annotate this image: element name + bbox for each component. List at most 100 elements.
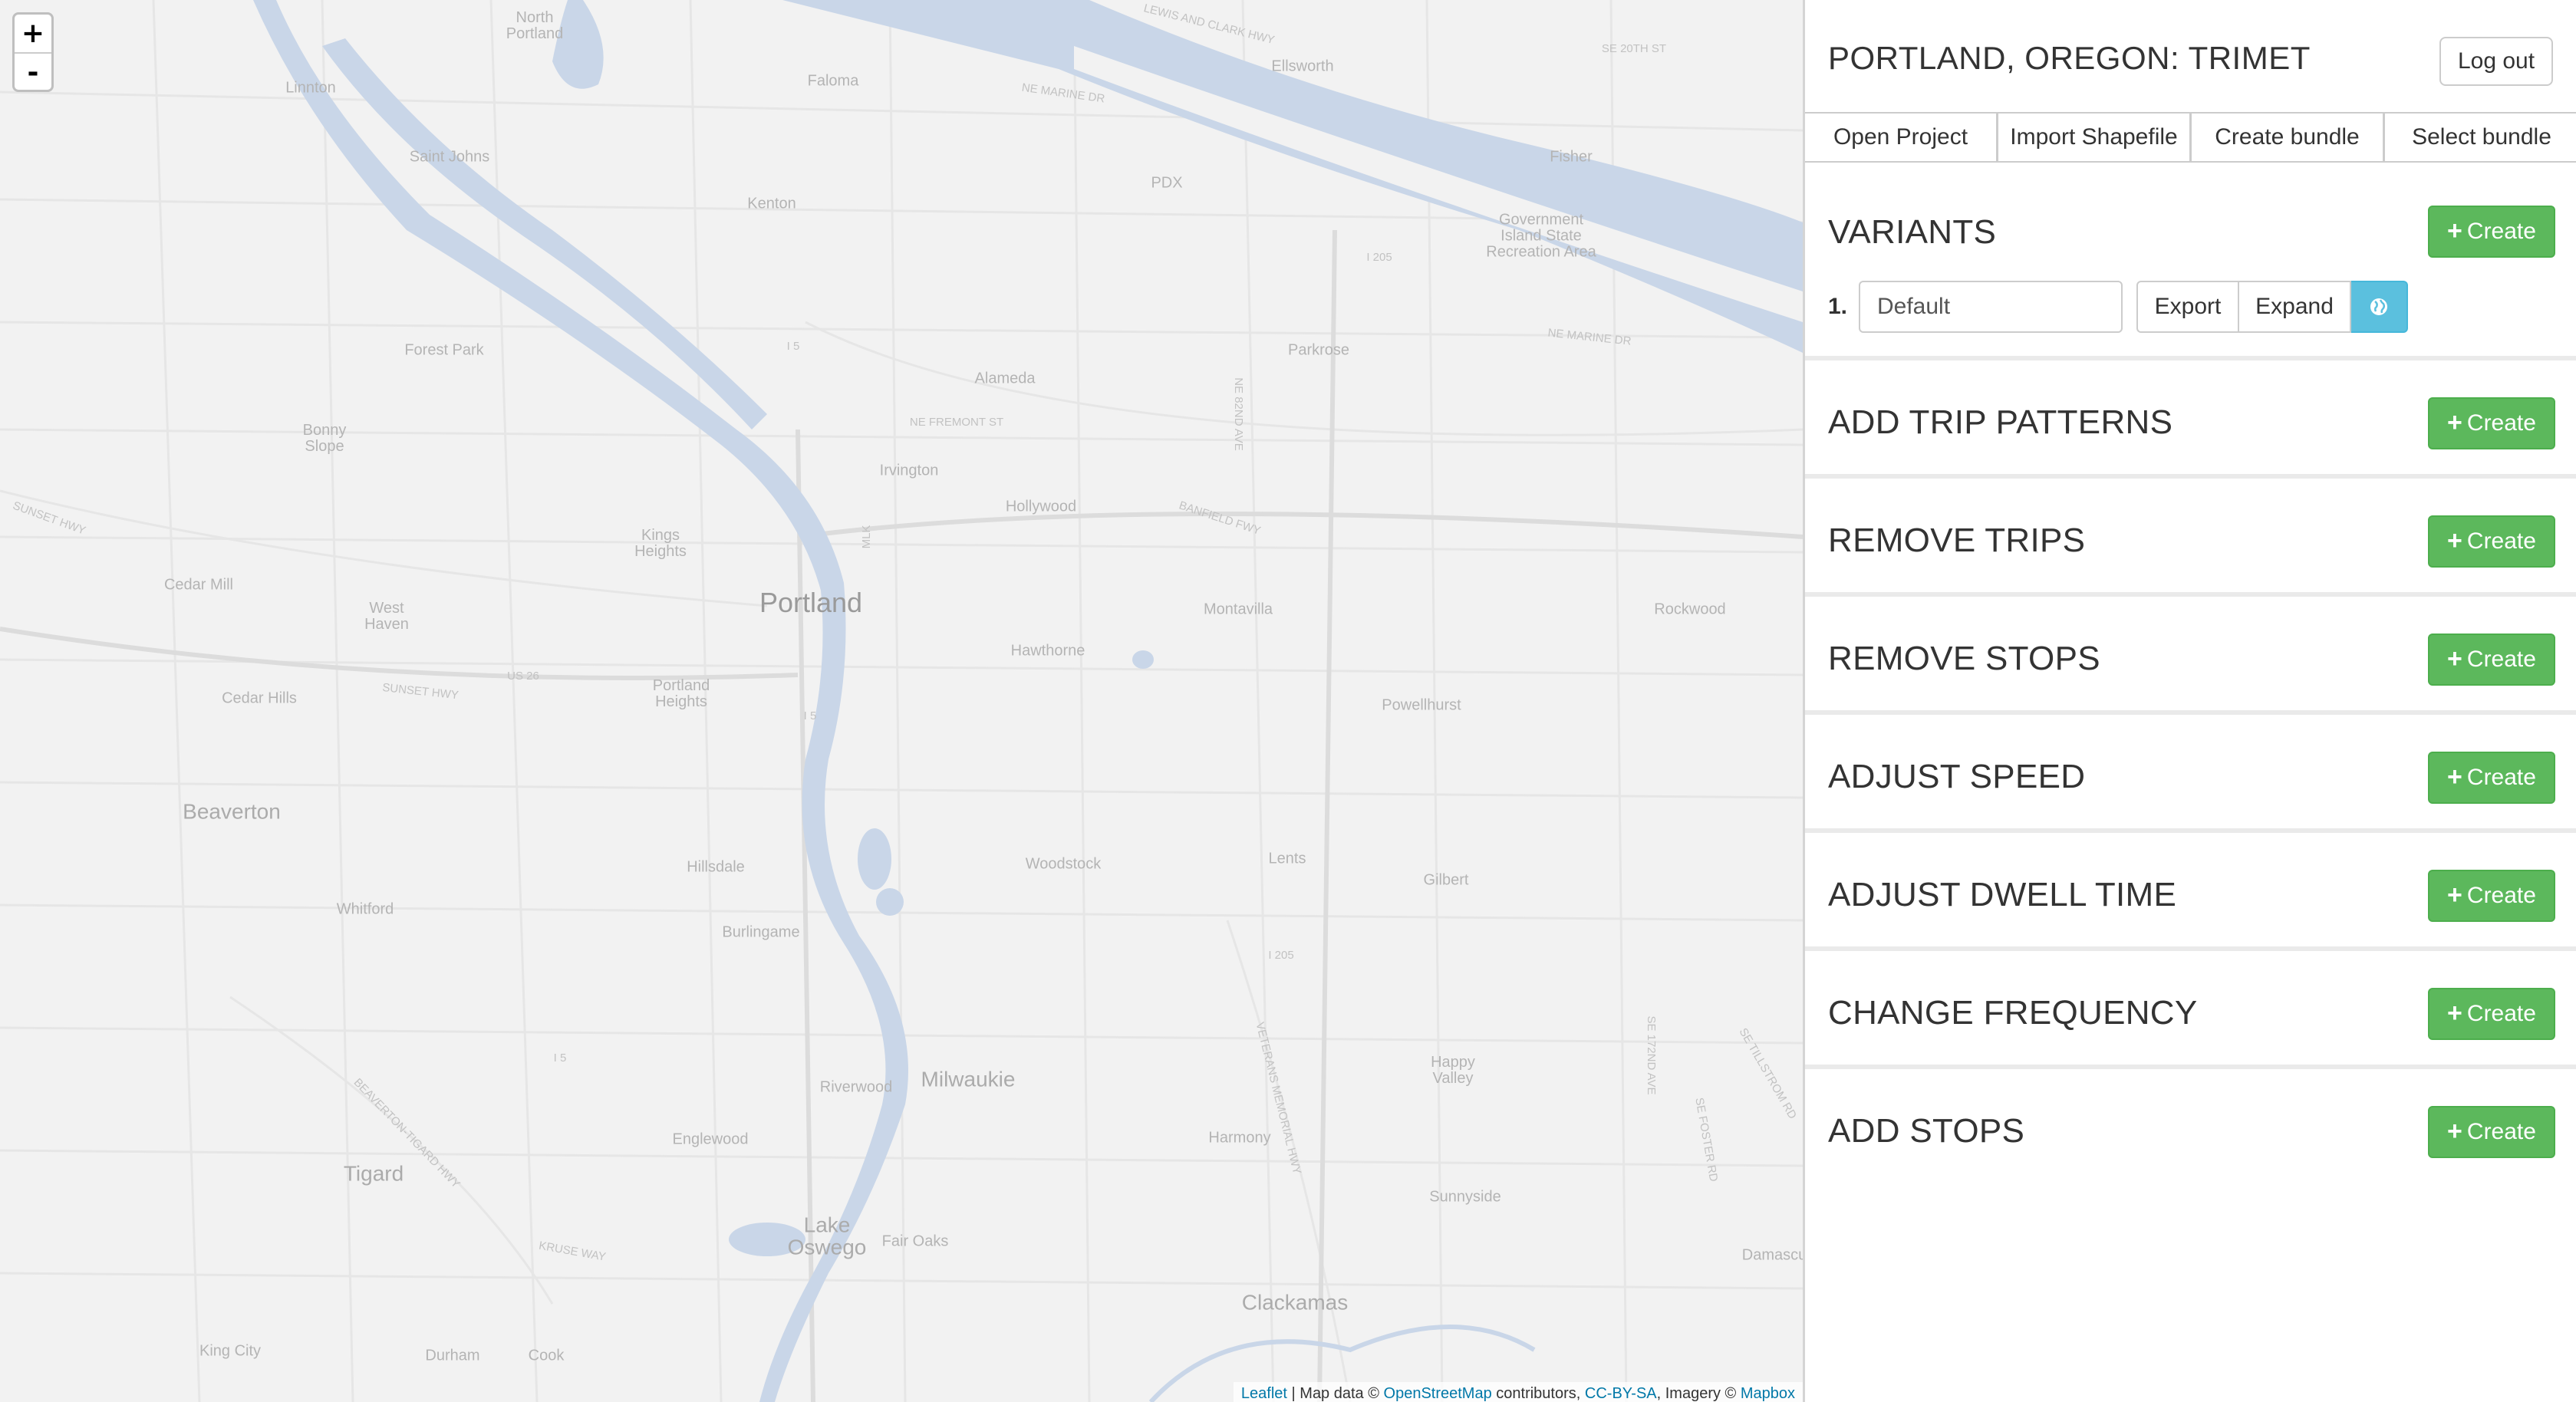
road-label-ne-fremont: NE FREMONT ST [909, 416, 1004, 429]
map-label-woodstock: Woodstock [1025, 855, 1102, 873]
map-label-riverwood: Riverwood [819, 1078, 893, 1096]
map-label-harmony: Harmony [1208, 1129, 1271, 1147]
create-variant-button[interactable]: + Create [2428, 206, 2555, 258]
section-title: ADJUST DWELL TIME [1828, 876, 2177, 913]
create-label: Create [2466, 1001, 2536, 1026]
create-bundle-button[interactable]: Create bundle [2192, 114, 2385, 161]
globe-icon [2370, 298, 2387, 315]
project-name: TRIMET [2188, 40, 2311, 76]
map-label-gilbert: Gilbert [1423, 871, 1469, 889]
map-label-rockwood: Rockwood [1654, 601, 1726, 618]
map-label-montavilla: Montavilla [1203, 601, 1273, 618]
zoom-out-button[interactable]: - [15, 54, 51, 90]
map-label-hollywood: Hollywood [1005, 498, 1077, 515]
adjust-speed-section: ADJUST SPEED + Create [1805, 715, 2576, 833]
attribution-text: | Map data © [1286, 1385, 1384, 1402]
plus-icon: + [2447, 407, 2462, 437]
select-bundle-button[interactable]: Select bundle [2385, 114, 2576, 161]
road-label-se-172nd: SE 172ND AVE [1644, 1015, 1658, 1095]
logout-button[interactable]: Log out [2439, 37, 2553, 86]
export-button[interactable]: Export [2136, 281, 2239, 333]
map-label-irvington: Irvington [879, 462, 939, 479]
map-label-cedar-hills: Cedar Hills [222, 689, 297, 707]
create-trip-pattern-button[interactable]: + Create [2428, 397, 2555, 449]
map-label-lents: Lents [1268, 850, 1306, 867]
map-label-west-haven: West Haven [364, 600, 409, 633]
plus-icon: + [2447, 643, 2462, 673]
map-label-lake-oswego: Lake Oswego [787, 1213, 867, 1259]
variant-name-input[interactable]: Default [1859, 281, 2123, 333]
title-separator: : [2169, 40, 2189, 76]
map-label-clackamas: Clackamas [1241, 1290, 1349, 1315]
map-label-hawthorne: Hawthorne [1010, 642, 1085, 660]
section-title: ADJUST SPEED [1828, 758, 2086, 795]
plus-icon: + [2447, 880, 2462, 910]
map-label-durham: Durham [425, 1347, 480, 1364]
map-label-government-island: Government Island State Recreation Area [1486, 211, 1596, 261]
region-name: PORTLAND, OREGON [1828, 40, 2170, 76]
zoom-control: + - [12, 12, 54, 92]
create-remove-trips-button[interactable]: + Create [2428, 515, 2555, 568]
plus-icon: + [2447, 1116, 2462, 1146]
attribution-text: , Imagery © [1656, 1385, 1741, 1402]
map-label-damascus: Damascu [1741, 1246, 1803, 1264]
variant-actions: Export Expand [2136, 281, 2408, 333]
map-label-kenton: Kenton [747, 195, 796, 212]
map-label-alameda: Alameda [974, 370, 1036, 387]
map-label-happy-valley: Happy Valley [1431, 1054, 1475, 1087]
map-label-whitford: Whitford [336, 900, 394, 918]
map-label-hillsdale: Hillsdale [687, 858, 745, 876]
plus-icon: + [2447, 525, 2462, 555]
create-label: Create [2466, 410, 2536, 436]
map-label-pdx: PDX [1151, 174, 1183, 192]
scenario-sidebar: PORTLAND, OREGON: TRIMET Log out Open Pr… [1803, 0, 2576, 1402]
create-add-stops-button[interactable]: + Create [2428, 1106, 2555, 1158]
map-label-north-portland: North Portland [506, 9, 564, 42]
plus-icon: + [2447, 216, 2462, 245]
create-adjust-speed-button[interactable]: + Create [2428, 752, 2555, 804]
map-label-faloma: Faloma [807, 72, 859, 90]
osm-link[interactable]: OpenStreetMap [1384, 1385, 1492, 1402]
map-label-kings-heights: Kings Heights [634, 527, 687, 560]
map-label-king-city: King City [199, 1342, 262, 1360]
create-remove-stops-button[interactable]: + Create [2428, 634, 2555, 686]
map-attribution: Leaflet | Map data © OpenStreetMap contr… [1233, 1382, 1803, 1402]
map-label-cook: Cook [528, 1347, 565, 1364]
expand-button[interactable]: Expand [2239, 281, 2351, 333]
road-label-mlk: MLK [860, 525, 874, 549]
create-label: Create [2466, 528, 2536, 554]
import-shapefile-button[interactable]: Import Shapefile [1998, 114, 2192, 161]
cc-by-sa-link[interactable]: CC-BY-SA [1585, 1385, 1657, 1402]
create-change-frequency-button[interactable]: + Create [2428, 988, 2555, 1040]
adjust-dwell-time-section: ADJUST DWELL TIME + Create [1805, 833, 2576, 951]
map-label-burlingame: Burlingame [722, 923, 800, 941]
add-stops-section: ADD STOPS + Create [1805, 1069, 2576, 1187]
zoom-in-button[interactable]: + [15, 15, 51, 54]
mapbox-link[interactable]: Mapbox [1741, 1385, 1795, 1402]
leaflet-link[interactable]: Leaflet [1241, 1385, 1287, 1402]
plus-icon: + [2447, 998, 2462, 1028]
map-view[interactable]: Portland Beaverton Tigard Milwaukie Lake… [0, 0, 1803, 1402]
road-label-se-20th: SE 20TH ST [1601, 42, 1667, 56]
open-project-button[interactable]: Open Project [1805, 114, 1998, 161]
section-title: ADD STOPS [1828, 1112, 2025, 1150]
create-label: Create [2466, 647, 2536, 672]
create-label: Create [2466, 765, 2536, 790]
show-on-map-button[interactable] [2351, 281, 2408, 333]
map-label-portland: Portland [759, 587, 863, 619]
map-label-tigard: Tigard [343, 1161, 404, 1186]
create-adjust-dwell-time-button[interactable]: + Create [2428, 870, 2555, 922]
road-label-ne-82nd: NE 82ND AVE [1231, 377, 1245, 451]
plus-icon: + [2447, 762, 2462, 792]
map-label-forest-park: Forest Park [404, 341, 484, 359]
map-label-fisher: Fisher [1550, 148, 1593, 166]
map-label-powellhurst: Powellhurst [1382, 696, 1461, 714]
road-label-i205: I 205 [1366, 251, 1392, 265]
create-label: Create [2466, 219, 2536, 244]
variant-row: 1. Default Export Expand [1828, 281, 2408, 333]
create-label: Create [2466, 883, 2536, 908]
add-trip-patterns-section: ADD TRIP PATTERNS + Create [1805, 360, 2576, 479]
project-toolbar: Open Project Import Shapefile Create bun… [1805, 112, 2576, 163]
change-frequency-section: CHANGE FREQUENCY + Create [1805, 951, 2576, 1069]
remove-stops-section: REMOVE STOPS + Create [1805, 597, 2576, 715]
